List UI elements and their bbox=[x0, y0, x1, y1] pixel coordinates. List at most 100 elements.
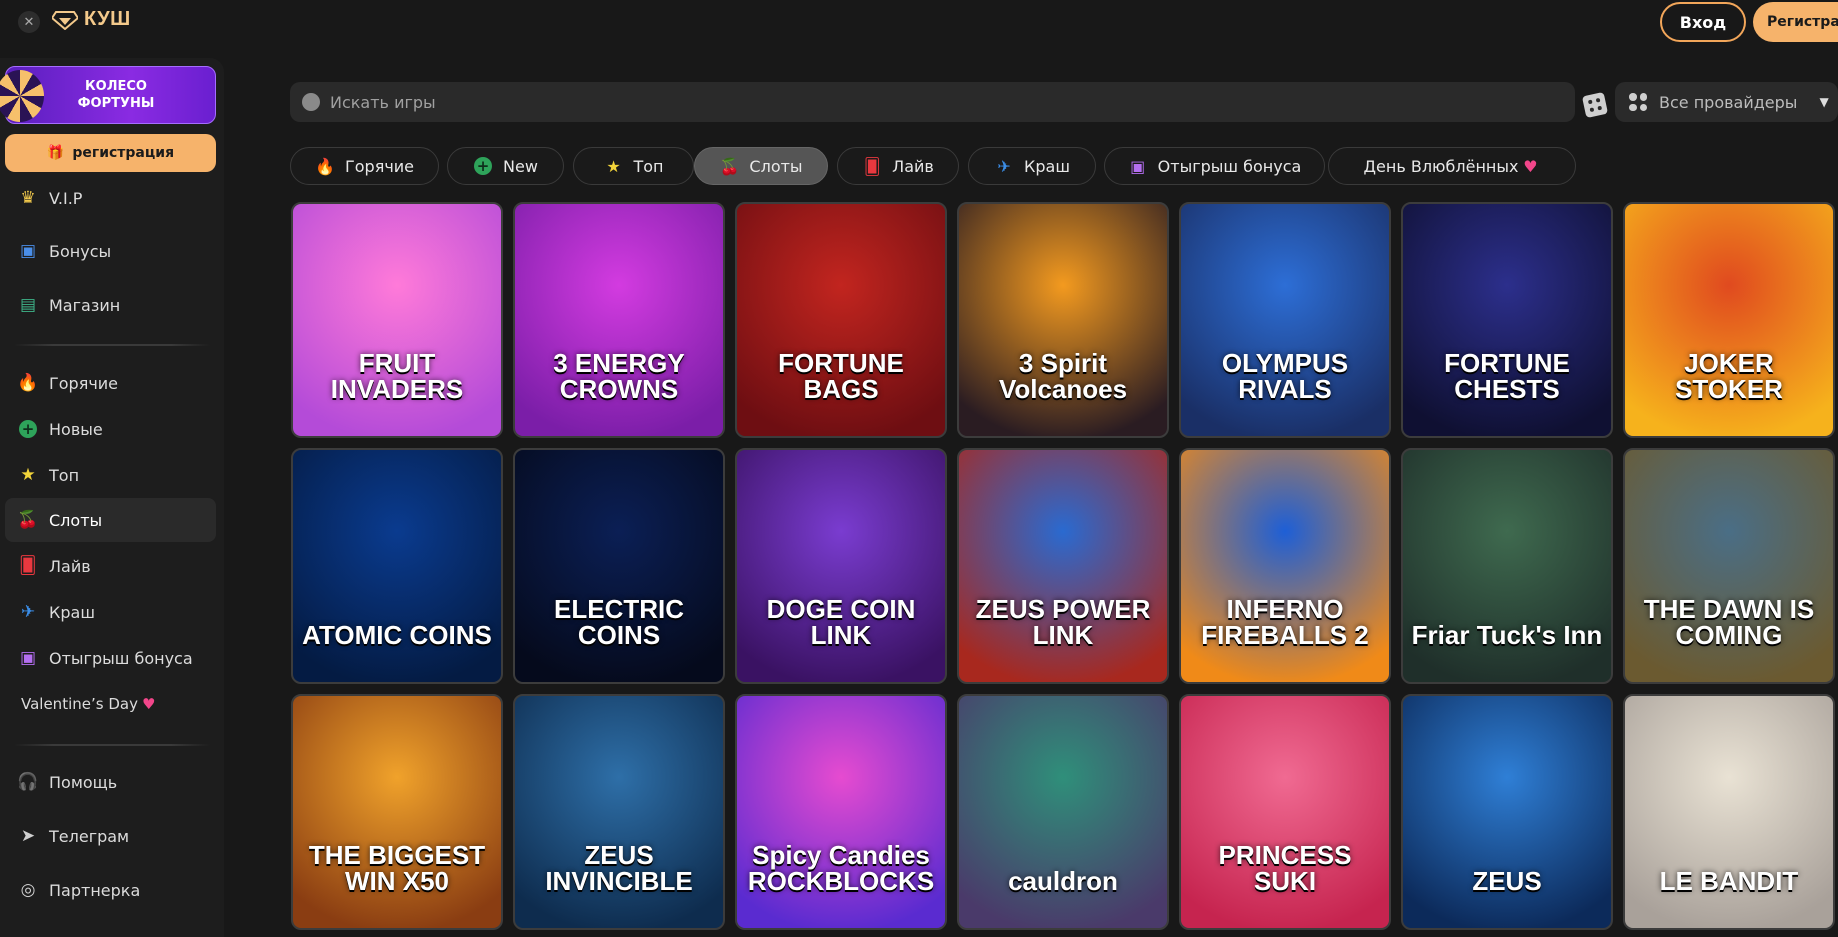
sidebar-item-partner[interactable]: ◎ Партнерка bbox=[5, 868, 216, 912]
telegram-icon: ➤ bbox=[20, 826, 36, 846]
fire-icon: 🔥 bbox=[315, 156, 335, 176]
sidebar-item-label: Магазин bbox=[49, 295, 121, 315]
logo[interactable]: КУШ bbox=[52, 8, 131, 31]
game-title: ATOMIC COINS bbox=[302, 620, 492, 650]
game-tile[interactable]: FRUIT INVADERS bbox=[291, 202, 503, 438]
sidebar-item-top[interactable]: ★ Топ bbox=[5, 453, 216, 497]
heart-icon: ♥ bbox=[1523, 156, 1538, 176]
tab-crash[interactable]: ✈ Краш bbox=[968, 147, 1096, 185]
sidebar-item-label: Valentine’s Day bbox=[21, 695, 138, 713]
sidebar-item-hot[interactable]: 🔥 Горячие bbox=[5, 361, 216, 405]
sidebar-item-new[interactable]: + Новые bbox=[5, 407, 216, 451]
star-icon: ★ bbox=[606, 156, 621, 176]
tab-live[interactable]: 🂠 Лайв bbox=[837, 147, 959, 185]
game-title: THE BIGGEST WIN X50 bbox=[308, 840, 486, 896]
game-tile[interactable]: OLYMPUS RIVALS bbox=[1179, 202, 1391, 438]
crown-icon: ♛ bbox=[20, 188, 36, 208]
sidebar-item-help[interactable]: 🎧 Помощь bbox=[5, 760, 216, 804]
sidebar-item-telegram[interactable]: ➤ Телеграм bbox=[5, 814, 216, 858]
sidebar-item-slots[interactable]: 🍒 Слоты bbox=[5, 498, 216, 542]
game-title: JOKER STOKER bbox=[1675, 348, 1783, 404]
sidebar-item-label: Топ bbox=[49, 465, 80, 485]
game-tile[interactable]: DOGE COIN LINK bbox=[735, 448, 947, 684]
game-tile[interactable]: ZEUS INVINCIBLE bbox=[513, 694, 725, 930]
game-tile[interactable]: 3 Spirit Volcanoes bbox=[957, 202, 1169, 438]
game-tile[interactable]: Spicy Candies ROCKBLOCKS bbox=[735, 694, 947, 930]
login-button[interactable]: Вход bbox=[1660, 2, 1746, 42]
heart-icon: ♥ bbox=[141, 695, 156, 713]
game-title: ZEUS POWER LINK bbox=[975, 594, 1151, 650]
providers-dropdown[interactable]: Все провайдеры ▼ bbox=[1615, 82, 1838, 122]
game-tile[interactable]: ELECTRIC COINS bbox=[513, 448, 725, 684]
game-title: LE BANDIT bbox=[1659, 866, 1799, 896]
divider bbox=[14, 744, 210, 746]
plane-icon: ✈ bbox=[997, 156, 1011, 176]
tab-hot[interactable]: 🔥 Горячие bbox=[290, 147, 439, 185]
fire-icon: 🔥 bbox=[17, 373, 39, 393]
game-tile[interactable]: cauldron bbox=[957, 694, 1169, 930]
sidebar-item-bonus-wagering[interactable]: ▣ Отыгрыш бонуса bbox=[5, 636, 216, 680]
sidebar-item-live[interactable]: 🂠 Лайв bbox=[5, 544, 216, 588]
gift-icon: ▣ bbox=[19, 241, 37, 261]
tab-label: Топ bbox=[633, 156, 664, 176]
random-game-dice-icon[interactable] bbox=[1581, 91, 1609, 119]
gift-icon: ▣ bbox=[19, 648, 37, 668]
game-tile[interactable]: INFERNO FIREBALLS 2 bbox=[1179, 448, 1391, 684]
tab-label: Лайв bbox=[892, 156, 934, 176]
game-title: ELECTRIC COINS bbox=[554, 594, 684, 650]
game-tile[interactable]: ZEUS bbox=[1401, 694, 1613, 930]
game-tile[interactable]: 3 ENERGY CROWNS bbox=[513, 202, 725, 438]
tab-slots[interactable]: 🍒 Слоты bbox=[694, 147, 828, 185]
search-icon bbox=[302, 93, 320, 111]
tab-valentines[interactable]: День Влюблённых ♥ bbox=[1328, 147, 1576, 185]
search-bar[interactable] bbox=[290, 82, 1575, 122]
game-tile[interactable]: JOKER STOKER bbox=[1623, 202, 1835, 438]
game-title: FORTUNE BAGS bbox=[778, 348, 904, 404]
game-tile[interactable]: FORTUNE CHESTS bbox=[1401, 202, 1613, 438]
sidebar-item-crash[interactable]: ✈ Краш bbox=[5, 590, 216, 634]
tab-label: День Влюблённых bbox=[1363, 156, 1519, 176]
sidebar-item-bonuses[interactable]: ▣ Бонусы bbox=[5, 229, 216, 273]
tab-label: New bbox=[503, 156, 538, 176]
game-title: Spicy Candies ROCKBLOCKS bbox=[747, 840, 935, 896]
game-tile[interactable]: PRINCESS SUKI bbox=[1179, 694, 1391, 930]
game-tile[interactable]: Friar Tuck's Inn bbox=[1401, 448, 1613, 684]
game-title: PRINCESS SUKI bbox=[1218, 840, 1352, 896]
tab-label: Отыгрыш бонуса bbox=[1157, 156, 1302, 176]
game-tile[interactable]: THE DAWN IS COMING bbox=[1623, 448, 1835, 684]
divider bbox=[14, 344, 210, 346]
game-title: 3 Spirit Volcanoes bbox=[998, 348, 1128, 404]
search-input[interactable] bbox=[330, 92, 1530, 112]
game-tile[interactable]: THE BIGGEST WIN X50 bbox=[291, 694, 503, 930]
close-icon[interactable]: ✕ bbox=[18, 11, 40, 33]
game-title: ZEUS bbox=[1472, 866, 1542, 896]
wheel-icon bbox=[0, 70, 44, 122]
game-title: FRUIT INVADERS bbox=[330, 348, 464, 404]
gift-icon: 🎁 bbox=[46, 145, 65, 161]
game-tile[interactable]: ATOMIC COINS bbox=[291, 448, 503, 684]
sidebar-item-vip[interactable]: ♛ V.I.P bbox=[5, 176, 216, 220]
register-button[interactable]: Регистрация bbox=[1753, 2, 1838, 42]
sidebar-item-valentines[interactable]: Valentine’s Day ♥ bbox=[5, 682, 216, 726]
tab-top[interactable]: ★ Топ bbox=[573, 147, 694, 185]
sidebar-item-label: Горячие bbox=[49, 373, 119, 393]
tab-bonus-wagering[interactable]: ▣ Отыгрыш бонуса bbox=[1104, 147, 1325, 185]
game-title: THE DAWN IS COMING bbox=[1643, 594, 1815, 650]
game-tile[interactable]: FORTUNE BAGS bbox=[735, 202, 947, 438]
game-tile[interactable]: ZEUS POWER LINK bbox=[957, 448, 1169, 684]
game-title: INFERNO FIREBALLS 2 bbox=[1201, 594, 1369, 650]
plus-circle-icon: + bbox=[473, 156, 493, 176]
sidebar-item-label: Отыгрыш бонуса bbox=[49, 648, 193, 668]
game-tile[interactable]: LE BANDIT bbox=[1623, 694, 1835, 930]
sidebar-item-shop[interactable]: ▤ Магазин bbox=[5, 283, 216, 327]
cards-icon: 🂠 bbox=[19, 556, 37, 576]
fortune-wheel-banner[interactable]: КОЛЕСО ФОРТУНЫ bbox=[0, 66, 216, 124]
tab-new[interactable]: + New bbox=[447, 147, 564, 185]
sidebar-item-label: Партнерка bbox=[49, 880, 141, 900]
cards-icon: 🂠 bbox=[863, 156, 881, 176]
sidebar-register-button[interactable]: 🎁 регистрация bbox=[5, 134, 216, 172]
sidebar-item-label: Телеграм bbox=[49, 826, 130, 846]
game-title: OLYMPUS RIVALS bbox=[1221, 348, 1349, 404]
headphones-icon: 🎧 bbox=[17, 772, 39, 792]
game-title: ZEUS INVINCIBLE bbox=[545, 840, 693, 896]
